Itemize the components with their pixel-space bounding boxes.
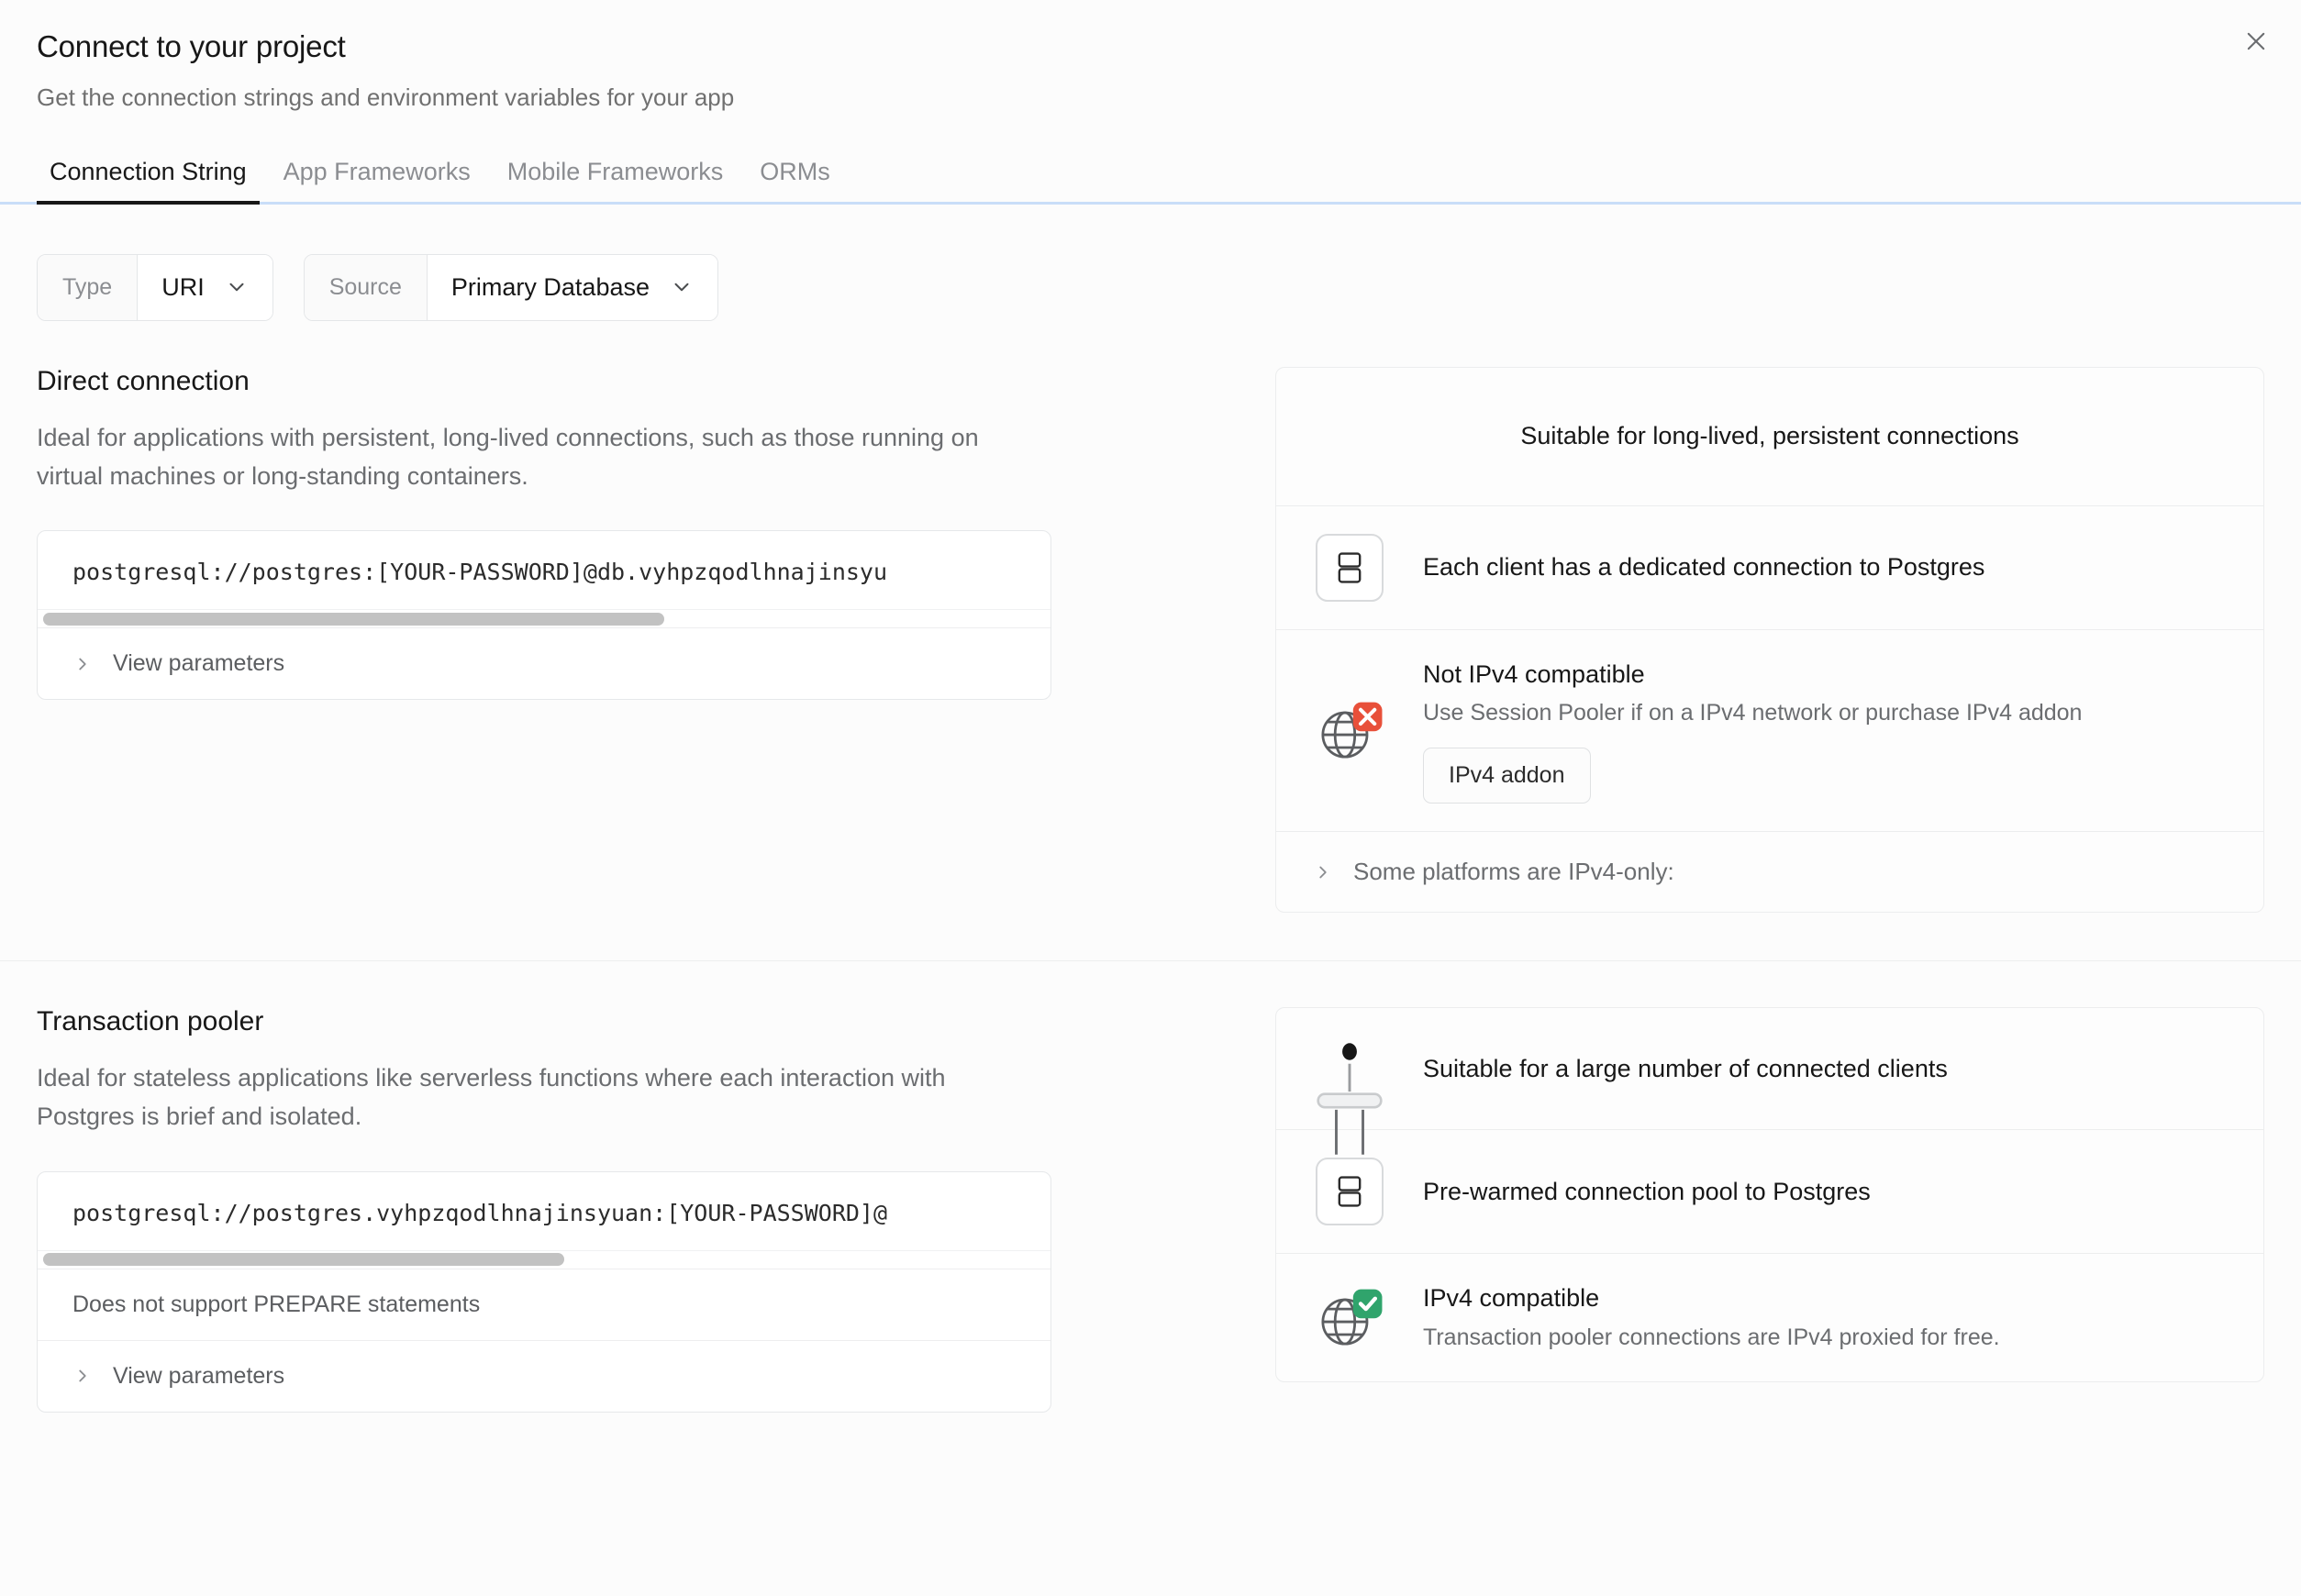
- direct-ipv4-subtitle: Use Session Pooler if on a IPv4 network …: [1423, 700, 2083, 726]
- globe-success-icon: [1307, 1282, 1392, 1352]
- selector-row: Type URI Source Primary Database: [0, 205, 2301, 321]
- tab-app-frameworks[interactable]: App Frameworks: [271, 158, 484, 203]
- source-selector-label: Source: [304, 254, 428, 320]
- scrollbar-thumb[interactable]: [43, 1253, 564, 1267]
- page-title: Connect to your project: [37, 29, 346, 63]
- direct-connection-string[interactable]: postgresql://postgres:[YOUR-PASSWORD]@db…: [38, 531, 1050, 609]
- prepare-statements-text: Does not support PREPARE statements: [72, 1291, 481, 1317]
- close-icon[interactable]: [2235, 20, 2277, 62]
- prepare-statements-note: Does not support PREPARE statements: [38, 1268, 1050, 1340]
- transaction-pooler-section: Transaction pooler Ideal for stateless a…: [0, 960, 2301, 1460]
- database-icon: [1307, 533, 1392, 602]
- direct-headline-text: Suitable for long-lived, persistent conn…: [1520, 422, 2019, 450]
- pooler-ipv4-subtitle: Transaction pooler connections are IPv4 …: [1423, 1324, 2000, 1350]
- direct-dedicated-text: Each client has a dedicated connection t…: [1423, 553, 1985, 582]
- transaction-pooler-description: Ideal for stateless applications like se…: [37, 1064, 946, 1130]
- modal-header: Connect to your project Get the connecti…: [0, 0, 2301, 114]
- database-icon: [1307, 1158, 1392, 1226]
- pooler-prewarmed-row: Pre-warmed connection pool to Postgres: [1276, 1129, 2263, 1253]
- source-selector-value-text: Primary Database: [450, 272, 650, 301]
- tab-orms[interactable]: ORMs: [747, 158, 843, 203]
- database-icon-box: [1316, 1158, 1384, 1226]
- client-connections-icon: [1307, 1038, 1392, 1155]
- pooler-ipv4-row: IPv4 compatible Transaction pooler conne…: [1276, 1253, 2263, 1380]
- pooler-clients-row: Suitable for a large number of connected…: [1276, 1008, 2263, 1155]
- transaction-pooler-left: Transaction pooler Ideal for stateless a…: [37, 1003, 1239, 1413]
- horizontal-scrollbar[interactable]: [38, 609, 1050, 627]
- direct-view-parameters-label: View parameters: [113, 650, 285, 677]
- transaction-pooler-code-card: postgresql://postgres.vyhpzqodlhnajinsyu…: [37, 1170, 1051, 1413]
- direct-dedicated-row: Each client has a dedicated connection t…: [1276, 504, 2263, 629]
- transaction-pooler-connection-string[interactable]: postgresql://postgres.vyhpzqodlhnajinsyu…: [38, 1172, 1050, 1250]
- direct-connection-title: Direct connection: [37, 365, 250, 396]
- source-selector-value[interactable]: Primary Database: [427, 254, 718, 320]
- pooler-ipv4-title: IPv4 compatible: [1423, 1284, 1600, 1313]
- tab-connection-string[interactable]: Connection String: [37, 158, 260, 205]
- transaction-pooler-title: Transaction pooler: [37, 1006, 264, 1037]
- pooler-ipv4-text-block: IPv4 compatible Transaction pooler conne…: [1423, 1281, 2000, 1353]
- chevron-right-icon: [79, 1369, 86, 1382]
- source-selector[interactable]: Source Primary Database: [303, 253, 719, 321]
- direct-connection-info-panel: Suitable for long-lived, persistent conn…: [1275, 366, 2264, 914]
- page-subtitle: Get the connection strings and environme…: [37, 83, 735, 111]
- direct-ipv4-row: Not IPv4 compatible Use Session Pooler i…: [1276, 628, 2263, 831]
- ipv4-platforms-label: Some platforms are IPv4-only:: [1353, 858, 1674, 886]
- direct-connection-section: Direct connection Ideal for applications…: [0, 321, 2301, 960]
- type-selector[interactable]: Type URI: [37, 253, 273, 321]
- direct-connection-left: Direct connection Ideal for applications…: [37, 363, 1239, 701]
- transaction-pooler-info-panel: Suitable for a large number of connected…: [1275, 1007, 2264, 1382]
- chevron-down-icon: [229, 283, 244, 292]
- direct-connection-description: Ideal for applications with persistent, …: [37, 423, 979, 490]
- direct-view-parameters-row[interactable]: View parameters: [38, 627, 1050, 699]
- chevron-down-icon: [674, 283, 689, 292]
- database-icon-box: [1316, 533, 1384, 602]
- connect-modal: Connect to your project Get the connecti…: [0, 0, 2301, 1596]
- ipv4-platforms-expander[interactable]: Some platforms are IPv4-only:: [1276, 831, 2263, 912]
- horizontal-scrollbar[interactable]: [38, 1249, 1050, 1269]
- type-selector-label: Type: [38, 254, 139, 320]
- type-selector-value[interactable]: URI: [138, 254, 272, 320]
- direct-connection-code-card: postgresql://postgres:[YOUR-PASSWORD]@db…: [37, 530, 1051, 701]
- ipv4-addon-button[interactable]: IPv4 addon: [1423, 748, 1591, 804]
- pooler-clients-text: Suitable for a large number of connected…: [1423, 1054, 1948, 1082]
- pooler-view-parameters-row[interactable]: View parameters: [38, 1339, 1050, 1412]
- direct-connection-right: Suitable for long-lived, persistent conn…: [1275, 363, 2264, 914]
- transaction-pooler-right: Suitable for a large number of connected…: [1275, 1003, 2264, 1382]
- scrollbar-thumb[interactable]: [43, 612, 665, 626]
- pooler-view-parameters-label: View parameters: [113, 1362, 285, 1389]
- direct-headline-row: Suitable for long-lived, persistent conn…: [1276, 368, 2263, 505]
- chevron-right-icon: [1319, 866, 1327, 879]
- globe-error-icon: [1307, 695, 1392, 765]
- type-selector-value-text: URI: [161, 272, 205, 301]
- direct-ipv4-title: Not IPv4 compatible: [1423, 659, 1645, 688]
- chevron-right-icon: [79, 658, 86, 671]
- pooler-prewarmed-text: Pre-warmed connection pool to Postgres: [1423, 1177, 1871, 1205]
- direct-ipv4-text-block: Not IPv4 compatible Use Session Pooler i…: [1423, 658, 2082, 804]
- tab-mobile-frameworks[interactable]: Mobile Frameworks: [495, 158, 737, 203]
- tab-bar: Connection String App Frameworks Mobile …: [0, 158, 2301, 205]
